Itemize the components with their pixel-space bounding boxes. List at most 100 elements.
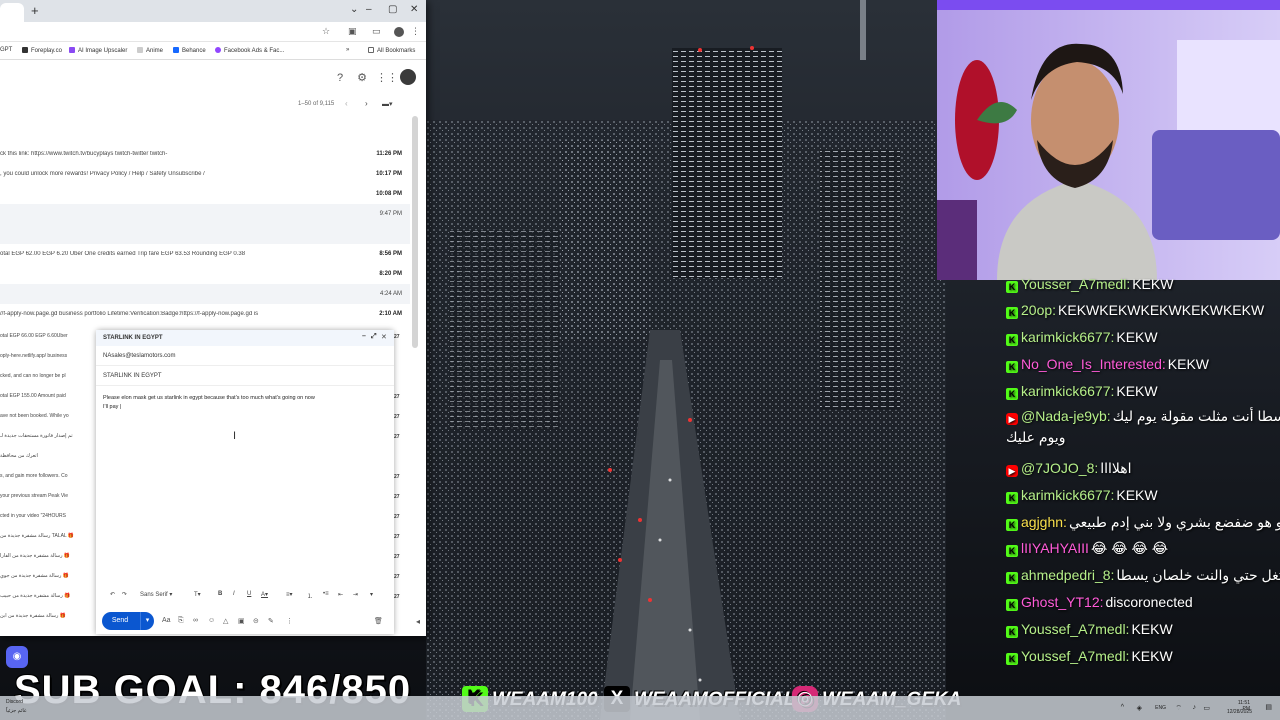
email-row[interactable]: 8:20 PM xyxy=(0,264,410,284)
chat-username[interactable]: Youssef_A7medl: xyxy=(1021,648,1129,664)
notifications-icon[interactable]: ▤ xyxy=(1265,703,1272,711)
email-row-partial[interactable]: رسالة مشفرة جديدة من الفارا 🎁 xyxy=(0,546,96,566)
recipients-field[interactable]: NAsales@teslamotors.com xyxy=(96,346,394,366)
email-row[interactable]: , you could unlock more rewards! Privacy… xyxy=(0,164,410,184)
email-row-partial[interactable]: otal EGP 155.00 Amount paid xyxy=(0,386,96,406)
email-row[interactable]: 9:47 PM xyxy=(0,204,410,224)
browser-menu-icon[interactable]: ⋮ xyxy=(411,26,420,37)
fullscreen-compose-icon[interactable]: ⤢ xyxy=(371,333,377,341)
email-row-partial[interactable]: s, and gain more followers. Co xyxy=(0,466,96,486)
message-body[interactable]: Please elon mask get us starlink in egyp… xyxy=(103,394,383,412)
chat-username[interactable]: @7JOJO_8: xyxy=(1021,460,1098,476)
formatting-options-icon[interactable]: Aa xyxy=(162,617,171,624)
browser-tab[interactable] xyxy=(0,3,24,22)
apps-grid-icon[interactable]: ⋮⋮ xyxy=(376,70,398,86)
compose-header[interactable]: STARLINK IN EGYPT – ⤢ ✕ xyxy=(96,330,394,346)
email-row-partial[interactable]: اتعرك من محافظة xyxy=(0,446,96,466)
emoji-icon[interactable]: ☺ xyxy=(208,617,215,624)
bookmark-gpt[interactable]: GPT xyxy=(0,47,12,53)
redo-icon[interactable]: ↷ xyxy=(122,591,127,598)
email-row-partial[interactable]: cked, and can no longer be pl xyxy=(0,366,96,386)
send-button[interactable]: Send ▾ xyxy=(102,612,154,630)
volume-icon[interactable]: ♪ xyxy=(1193,704,1197,711)
font-size-icon[interactable]: T▾ xyxy=(194,591,201,598)
email-row-partial[interactable]: oply-here.netlify.app/ business xyxy=(0,346,96,366)
bookmark-behance[interactable]: Behance xyxy=(173,47,206,54)
email-row-partial[interactable]: تم إصدار فاتورة مستحقات جديدة لـ xyxy=(0,426,96,446)
tray-overflow-icon[interactable]: ^ xyxy=(1121,704,1124,711)
email-row[interactable]: //f-apply-now.page.gd business portfolio… xyxy=(0,304,410,324)
indent-more-icon[interactable]: ⇥ xyxy=(353,591,358,598)
insert-photo-icon[interactable]: ▣ xyxy=(238,617,245,625)
bookmark-facebook-ads[interactable]: Facebook Ads & Fac... xyxy=(215,47,284,54)
chat-username[interactable]: No_One_Is_Interested: xyxy=(1021,356,1166,372)
discard-draft-icon[interactable]: 🗑 xyxy=(374,617,383,625)
email-row-partial[interactable]: ave not been booked. While yo xyxy=(0,406,96,426)
tab-search-icon[interactable]: ⌄ xyxy=(350,4,358,15)
email-row[interactable] xyxy=(0,224,410,244)
email-row[interactable]: 4:24 AM xyxy=(0,284,410,304)
signature-icon[interactable]: ✎ xyxy=(268,617,274,625)
help-icon[interactable]: ? xyxy=(332,70,348,86)
maximize-icon[interactable]: ▢ xyxy=(388,4,397,15)
email-row-partial[interactable]: رسالة مشفرة جديدة من ابن 🎁 xyxy=(0,606,96,626)
scroll-left-icon[interactable]: ◂ xyxy=(416,617,420,626)
email-row[interactable]: ck this link: https://www.twitch.tv/bucy… xyxy=(0,144,410,164)
undo-icon[interactable]: ↶ xyxy=(110,591,115,598)
chat-username[interactable]: 20op: xyxy=(1021,302,1056,318)
italic-icon[interactable]: I xyxy=(233,591,235,597)
close-compose-icon[interactable]: ✕ xyxy=(381,333,387,341)
chat-username[interactable]: @Nada-je9yb: xyxy=(1021,408,1111,424)
text-color-icon[interactable]: A▾ xyxy=(261,591,268,598)
chat-username[interactable]: ahmedpedri_8: xyxy=(1021,567,1114,583)
clock-date[interactable]: 12/28/2025 xyxy=(1227,709,1252,715)
minimize-compose-icon[interactable]: – xyxy=(362,333,366,340)
chat-username[interactable]: Yousser_A7medl: xyxy=(1021,276,1130,292)
bookmark-anime[interactable]: Anime xyxy=(137,47,163,54)
sidepanel-icon[interactable]: ▭ xyxy=(372,26,381,37)
bookmark-foreplay[interactable]: Foreplay.co xyxy=(22,47,62,54)
schedule-send-icon[interactable]: ▾ xyxy=(140,612,154,630)
email-row-partial[interactable]: otal EGP 66.00 EGP 6.60Uber xyxy=(0,326,96,346)
minimize-icon[interactable]: – xyxy=(366,4,372,15)
subject-field[interactable]: STARLINK IN EGYPT xyxy=(96,366,394,386)
wifi-icon[interactable]: ⌔ xyxy=(1175,704,1182,713)
email-row-partial[interactable]: cted in your video "24HOURS xyxy=(0,506,96,526)
more-options-icon[interactable]: ⋮ xyxy=(286,617,293,625)
email-row-partial[interactable]: رسالة مشفرة جديدة من جوي 🎁 xyxy=(0,566,96,586)
bookmarks-overflow-icon[interactable]: » xyxy=(346,47,349,53)
email-row-partial[interactable]: رسالة مشفرة جديدة من حبيب 🎁 xyxy=(0,586,96,606)
chat-username[interactable]: Youssef_A7medl: xyxy=(1021,621,1129,637)
close-window-icon[interactable]: ✕ xyxy=(410,4,418,15)
language-indicator[interactable]: ENG xyxy=(1155,705,1166,711)
bookmark-ai-upscaler[interactable]: AI Image Upscaler xyxy=(69,47,127,54)
insert-link-icon[interactable]: ∞ xyxy=(193,617,198,624)
account-avatar[interactable] xyxy=(400,69,416,85)
indent-less-icon[interactable]: ⇤ xyxy=(338,591,343,598)
older-page-icon[interactable]: › xyxy=(365,99,368,108)
star-icon[interactable]: ☆ xyxy=(322,26,330,37)
email-row[interactable]: otal EGP 62.00 EGP 6.20 Uber One credits… xyxy=(0,244,410,264)
bold-icon[interactable]: B xyxy=(218,591,222,597)
network-icon[interactable]: ◈ xyxy=(1137,704,1142,712)
email-row-partial[interactable]: your previous stream Peak Vie xyxy=(0,486,96,506)
drive-icon[interactable]: △ xyxy=(223,617,228,625)
numbered-list-icon[interactable]: ⒈ xyxy=(307,591,313,600)
density-toggle-icon[interactable]: ▬▾ xyxy=(382,100,393,108)
battery-icon[interactable]: ▭ xyxy=(1203,704,1210,712)
bulleted-list-icon[interactable]: •≡ xyxy=(323,591,329,597)
address-bar[interactable]: ☆ ▣ ▭ ⋮ xyxy=(0,22,426,42)
profile-icon[interactable] xyxy=(394,27,404,37)
font-select[interactable]: Sans Serif ▾ xyxy=(140,591,172,598)
email-row[interactable]: 10:08 PM xyxy=(0,184,410,204)
chat-username[interactable]: Ghost_YT12: xyxy=(1021,594,1104,610)
extensions-icon[interactable]: ▣ xyxy=(348,26,357,37)
new-tab-icon[interactable]: + xyxy=(31,3,39,18)
align-icon[interactable]: ≡▾ xyxy=(286,591,293,598)
email-row-partial[interactable]: رسالة مشفرة جديدة من TALAL 🎁 xyxy=(0,526,96,546)
newer-page-icon[interactable]: ‹ xyxy=(345,99,348,108)
confidential-icon[interactable]: ⊝ xyxy=(253,617,259,625)
chat-username[interactable]: karimkick6677: xyxy=(1021,383,1114,399)
chat-username[interactable]: karimkick6677: xyxy=(1021,329,1114,345)
chat-username[interactable]: karimkick6677: xyxy=(1021,487,1114,503)
